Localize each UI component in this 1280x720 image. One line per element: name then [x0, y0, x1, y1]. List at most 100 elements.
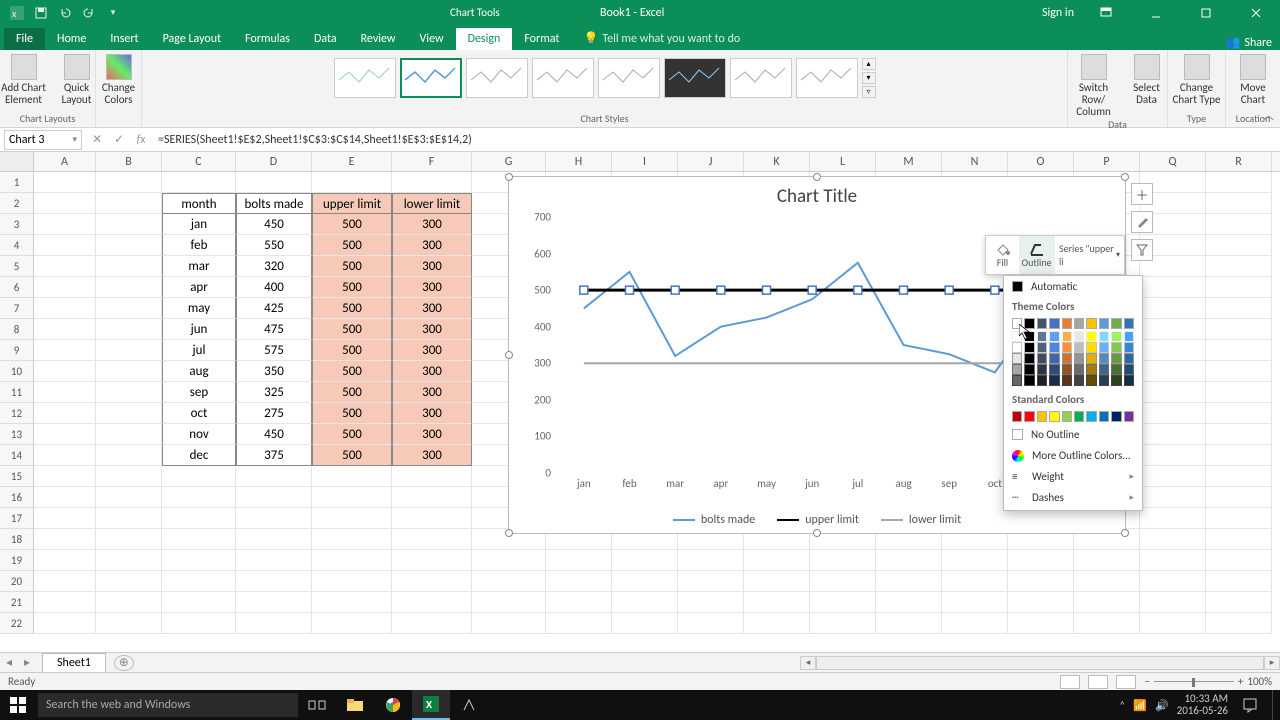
tab-data[interactable]: Data [302, 28, 349, 50]
color-swatch[interactable] [1062, 342, 1072, 353]
qat-dropdown-icon[interactable]: ▾ [104, 4, 122, 22]
outline-weight[interactable]: ≡Weight▸ [1004, 466, 1142, 487]
cell[interactable] [612, 592, 678, 613]
cell[interactable] [96, 592, 162, 613]
color-swatch[interactable] [1099, 331, 1109, 342]
cell[interactable] [392, 172, 472, 193]
cell[interactable] [1140, 277, 1206, 298]
tab-review[interactable]: Review [349, 28, 408, 50]
column-header[interactable]: C [162, 152, 236, 171]
color-swatch[interactable] [1037, 364, 1047, 375]
no-outline[interactable]: No Outline [1004, 424, 1142, 445]
tab-view[interactable]: View [408, 28, 456, 50]
color-swatch[interactable] [1062, 375, 1072, 386]
cell[interactable]: 500 [312, 424, 392, 445]
cell[interactable]: 375 [236, 445, 312, 466]
cell[interactable] [1206, 298, 1272, 319]
cell[interactable] [392, 613, 472, 634]
chevron-down-icon[interactable]: ▾ [72, 134, 77, 145]
cell[interactable] [1074, 550, 1140, 571]
tab-page-layout[interactable]: Page Layout [151, 28, 233, 50]
cell[interactable] [34, 382, 96, 403]
color-swatch[interactable] [1037, 342, 1047, 353]
cell[interactable]: 450 [236, 214, 312, 235]
cell[interactable] [162, 571, 236, 592]
color-swatch[interactable] [1086, 353, 1096, 364]
chart-style-7[interactable] [730, 58, 792, 98]
column-header[interactable]: L [810, 152, 876, 171]
cell[interactable] [34, 424, 96, 445]
cell[interactable] [162, 172, 236, 193]
cell[interactable] [1140, 424, 1206, 445]
cell[interactable] [392, 466, 472, 487]
cell[interactable]: 400 [236, 277, 312, 298]
cell[interactable]: jun [162, 319, 236, 340]
cell[interactable]: jan [162, 214, 236, 235]
cell[interactable]: 300 [392, 382, 472, 403]
color-swatch[interactable] [1024, 342, 1034, 353]
series-selector[interactable]: Series "upper li▾ [1054, 236, 1124, 274]
cell[interactable] [1206, 256, 1272, 277]
color-swatch[interactable] [1111, 318, 1121, 329]
color-swatch[interactable] [1099, 353, 1109, 364]
series-marker[interactable] [991, 286, 999, 294]
cell[interactable]: 475 [236, 319, 312, 340]
cell[interactable] [1206, 382, 1272, 403]
cell[interactable] [810, 613, 876, 634]
cell[interactable] [236, 571, 312, 592]
normal-view-icon[interactable] [1060, 675, 1080, 689]
row-header[interactable]: 6 [0, 277, 34, 298]
page-break-view-icon[interactable] [1116, 675, 1136, 689]
cell[interactable] [34, 214, 96, 235]
outline-button[interactable]: Outline [1020, 236, 1054, 274]
column-header[interactable]: Q [1140, 152, 1206, 171]
column-header[interactable]: F [392, 152, 472, 171]
tab-design[interactable]: Design [456, 28, 513, 50]
task-view-icon[interactable] [298, 690, 336, 720]
column-header[interactable]: I [612, 152, 678, 171]
row-header[interactable]: 8 [0, 319, 34, 340]
cell[interactable]: bolts made [236, 193, 312, 214]
color-swatch[interactable] [1037, 331, 1047, 342]
cell[interactable]: oct [162, 403, 236, 424]
cell[interactable] [34, 256, 96, 277]
color-swatch[interactable] [1099, 364, 1109, 375]
chart-style-5[interactable] [598, 58, 660, 98]
tab-home[interactable]: Home [45, 28, 98, 50]
color-swatch[interactable] [1086, 331, 1096, 342]
color-swatch[interactable] [1074, 364, 1084, 375]
tab-insert[interactable]: Insert [98, 28, 150, 50]
row-header[interactable]: 2 [0, 193, 34, 214]
cell[interactable]: sep [162, 382, 236, 403]
color-swatch[interactable] [1124, 353, 1134, 364]
cell[interactable] [1206, 193, 1272, 214]
cell[interactable] [96, 172, 162, 193]
series-marker[interactable] [626, 286, 634, 294]
redo-icon[interactable] [80, 4, 98, 22]
row-header[interactable]: 10 [0, 361, 34, 382]
chart-style-4[interactable] [532, 58, 594, 98]
cell[interactable] [1140, 445, 1206, 466]
row-header[interactable]: 14 [0, 445, 34, 466]
ribbon-options-icon[interactable] [1088, 0, 1124, 25]
color-swatch[interactable] [1062, 411, 1072, 422]
series-marker[interactable] [717, 286, 725, 294]
sheet-nav-prev[interactable]: ◂ [0, 655, 18, 670]
color-swatch[interactable] [1074, 411, 1084, 422]
cell[interactable] [1206, 277, 1272, 298]
cell[interactable] [678, 613, 744, 634]
worksheet[interactable]: ABCDEFGHIJKLMNOPQR 12monthbolts madeuppe… [0, 152, 1280, 669]
column-header[interactable]: P [1074, 152, 1140, 171]
change-chart-type-button[interactable]: Change Chart Type [1172, 54, 1222, 106]
cell[interactable] [1206, 592, 1272, 613]
chart-legend[interactable]: bolts madeupper limitlower limit [509, 513, 1125, 527]
cell[interactable]: 450 [236, 424, 312, 445]
color-swatch[interactable] [1062, 364, 1072, 375]
cell[interactable] [392, 508, 472, 529]
cell[interactable] [96, 466, 162, 487]
cell[interactable] [96, 571, 162, 592]
color-swatch[interactable] [1086, 375, 1096, 386]
chart-style-3[interactable] [466, 58, 528, 98]
legend-entry[interactable]: bolts made [673, 513, 755, 527]
tray-up-icon[interactable]: ˄ [1119, 699, 1125, 712]
